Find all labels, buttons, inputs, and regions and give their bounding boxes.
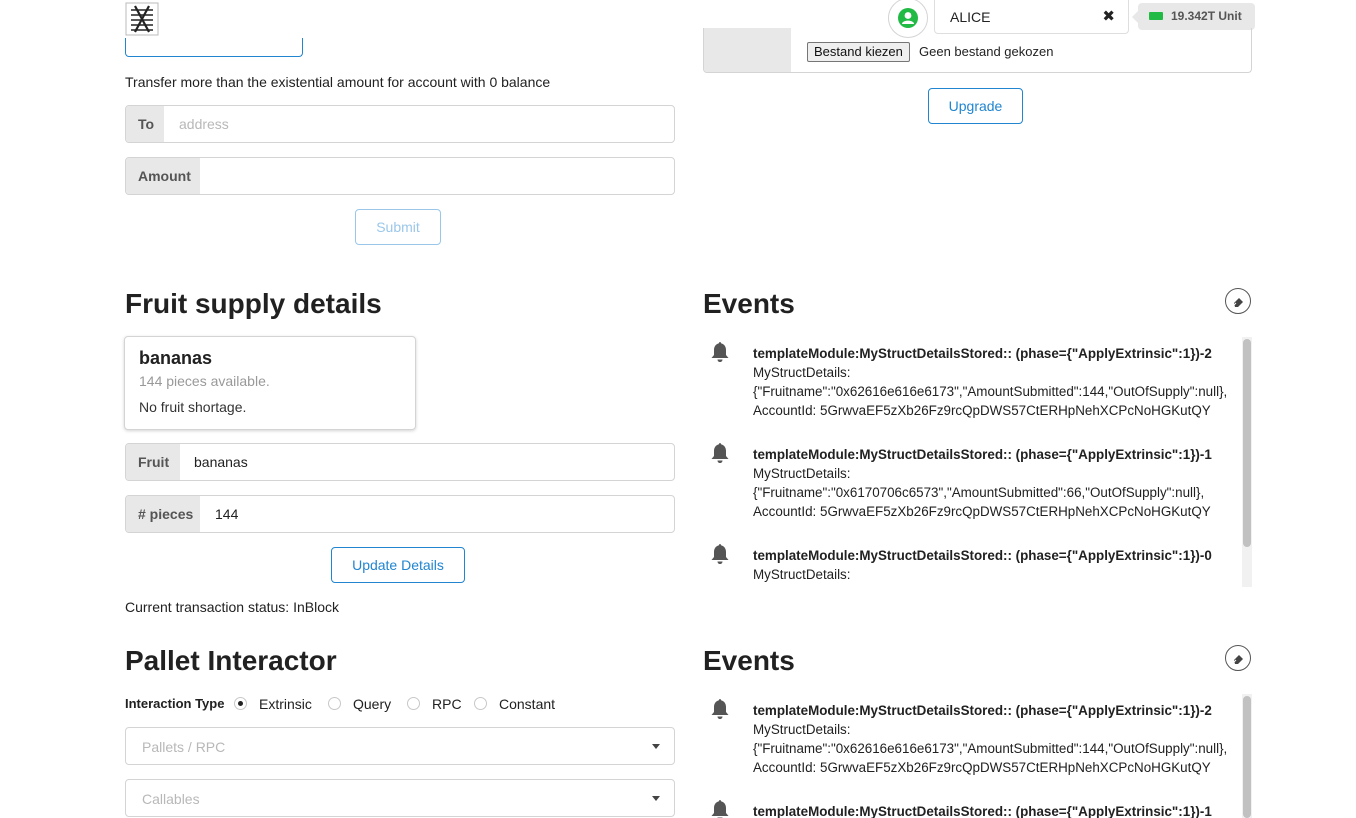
- bell-icon: [711, 342, 729, 362]
- interaction-type-label: Interaction Type: [125, 696, 225, 711]
- radio-rpc-label[interactable]: RPC: [432, 696, 462, 712]
- event-line: {"Fruitname":"0x62616e616e6173","AmountS…: [753, 741, 1228, 756]
- radio-extrinsic[interactable]: [234, 697, 247, 710]
- callables-dropdown[interactable]: Callables: [125, 779, 675, 817]
- events-feed[interactable]: templateModule:MyStructDetailsStored:: (…: [703, 337, 1252, 587]
- clear-events-button[interactable]: [1225, 288, 1251, 314]
- to-label: To: [126, 106, 164, 142]
- event-line: AccountId: 5GrwvaEF5zXb26Fz9rcQpDWS57CtE…: [753, 760, 1211, 775]
- wasm-file-label: [704, 28, 791, 72]
- pieces-field[interactable]: # pieces 144: [125, 495, 675, 533]
- scrollbar-thumb[interactable]: [1243, 696, 1251, 818]
- event-title: templateModule:MyStructDetailsStored:: (…: [753, 447, 1212, 462]
- scrollbar[interactable]: [1242, 694, 1252, 818]
- event-line: {"Fruitname":"0x6170706c6573","AmountSub…: [753, 485, 1205, 500]
- dropdown-caret-icon: [652, 744, 660, 749]
- events-feed[interactable]: templateModule:MyStructDetailsStored:: (…: [703, 694, 1252, 818]
- events-title: Events: [703, 645, 795, 676]
- pieces-label: # pieces: [126, 496, 200, 532]
- pieces-input[interactable]: 144: [215, 496, 238, 532]
- scrollbar-thumb[interactable]: [1243, 339, 1251, 547]
- update-details-button[interactable]: Update Details: [331, 547, 465, 583]
- fruit-card-description: No fruit shortage.: [139, 399, 247, 415]
- event-line: MyStructDetails:: [753, 466, 851, 481]
- event-title: templateModule:MyStructDetailsStored:: (…: [753, 346, 1212, 361]
- fruit-card-meta: 144 pieces available.: [139, 373, 270, 389]
- event-line: MyStructDetails:: [753, 567, 851, 582]
- bell-icon: [711, 443, 729, 463]
- balance-value: 19.342T Unit: [1171, 9, 1242, 23]
- bell-icon: [711, 544, 729, 564]
- upgrade-button[interactable]: Upgrade: [928, 88, 1023, 124]
- radio-extrinsic-label[interactable]: Extrinsic: [259, 696, 312, 712]
- fruit-label: Fruit: [126, 444, 180, 480]
- account-name: ALICE: [950, 9, 991, 25]
- bell-icon: [711, 800, 729, 818]
- balance-badge: 19.342T Unit: [1138, 3, 1255, 30]
- dropdown-caret-icon: [652, 796, 660, 801]
- transfer-option-button[interactable]: [125, 38, 303, 57]
- event-line: MyStructDetails:: [753, 722, 851, 737]
- event-line: MyStructDetails:: [753, 365, 851, 380]
- pallet-section-title: Pallet Interactor: [125, 645, 337, 676]
- amount-field[interactable]: Amount: [125, 157, 675, 195]
- event-title: templateModule:MyStructDetailsStored:: (…: [753, 548, 1212, 563]
- radio-constant[interactable]: [474, 697, 487, 710]
- transaction-status: Current transaction status: InBlock: [125, 599, 339, 615]
- event-line: {"Fruitname":"0x62616e616e6173","AmountS…: [753, 384, 1228, 399]
- event-line: AccountId: 5GrwvaEF5zXb26Fz9rcQpDWS57CtE…: [753, 504, 1211, 519]
- eraser-icon: [1232, 655, 1243, 664]
- radio-query[interactable]: [328, 697, 341, 710]
- file-status: Geen bestand gekozen: [919, 44, 1054, 59]
- transfer-description: Transfer more than the existential amoun…: [125, 74, 551, 90]
- fruit-input[interactable]: bananas: [194, 444, 248, 480]
- fruit-section-title: Fruit supply details: [125, 288, 382, 319]
- clear-events-button[interactable]: [1225, 645, 1251, 671]
- radio-query-label[interactable]: Query: [353, 696, 391, 712]
- fruit-card-name: bananas: [139, 348, 213, 368]
- fruit-name-field[interactable]: Fruit bananas: [125, 443, 675, 481]
- radio-rpc[interactable]: [407, 697, 420, 710]
- amount-label: Amount: [126, 158, 200, 194]
- radio-constant-label[interactable]: Constant: [499, 696, 555, 712]
- event-line: AccountId: 5GrwvaEF5zXb26Fz9rcQpDWS57CtE…: [753, 403, 1211, 418]
- fruit-card: bananas 144 pieces available. No fruit s…: [124, 336, 416, 430]
- clear-icon[interactable]: ✖: [1102, 7, 1115, 25]
- callables-placeholder: Callables: [142, 791, 200, 807]
- money-icon: [1149, 11, 1163, 20]
- submit-button[interactable]: Submit: [355, 209, 441, 245]
- pallets-dropdown[interactable]: Pallets / RPC: [125, 727, 675, 765]
- to-address-field[interactable]: To address: [125, 105, 675, 143]
- choose-file-button[interactable]: Bestand kiezen: [807, 42, 910, 62]
- wasm-file-field: Bestand kiezen Geen bestand gekozen: [703, 28, 1252, 73]
- event-title: templateModule:MyStructDetailsStored:: (…: [753, 703, 1212, 718]
- user-icon: [898, 8, 918, 28]
- to-address-placeholder: address: [179, 116, 229, 132]
- eraser-icon: [1232, 298, 1243, 307]
- app-logo: [125, 2, 159, 36]
- bell-icon: [711, 699, 729, 719]
- scrollbar[interactable]: [1242, 337, 1252, 587]
- event-title: templateModule:MyStructDetailsStored:: (…: [753, 804, 1212, 818]
- pallets-placeholder: Pallets / RPC: [142, 739, 226, 755]
- events-title: Events: [703, 288, 795, 319]
